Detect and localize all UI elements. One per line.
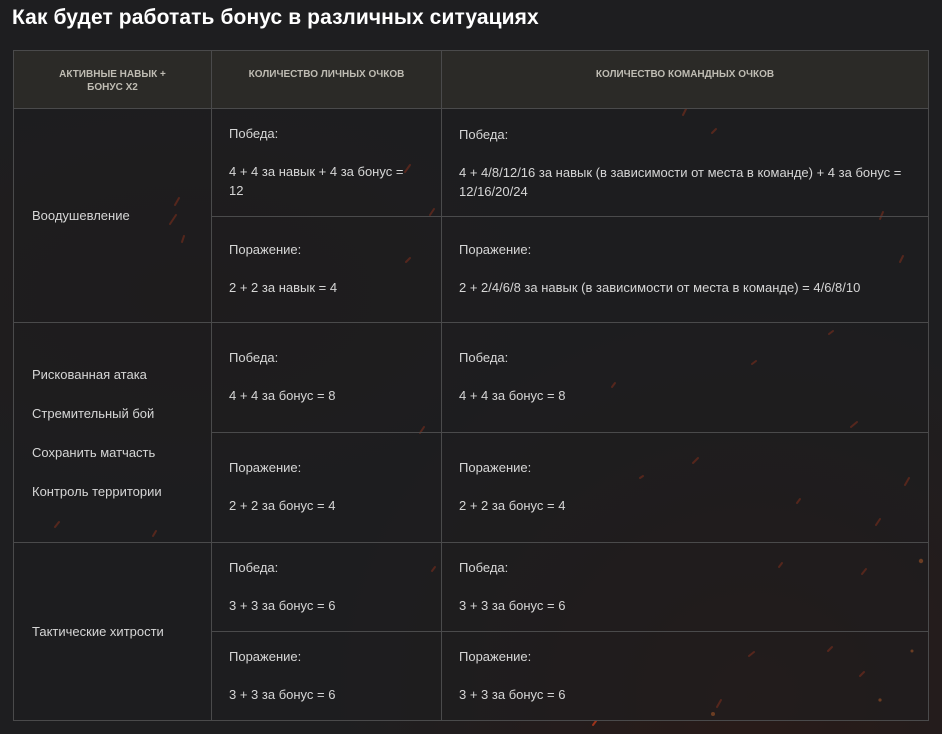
result-label: Поражение: [459, 460, 532, 475]
skill-cell: Тактические хитрости [13, 542, 212, 721]
skill-list: Рискованная атака Стремительный бой Сохр… [32, 355, 211, 511]
personal-win-cell: Победа: 4 + 4 за навык + 4 за бонус = 12 [211, 108, 442, 217]
table-row: Тактические хитрости Победа: 3 + 3 за бо… [13, 542, 929, 721]
result-value: 3 + 3 за бонус = 6 [229, 686, 336, 702]
result-label: Поражение: [229, 242, 302, 257]
result-value: 3 + 3 за бонус = 6 [459, 686, 566, 702]
table-header-row: АКТИВНЫЕ НАВЫК + БОНУС Х2 КОЛИЧЕСТВО ЛИЧ… [13, 50, 929, 109]
skill-list: Воодушевление [32, 196, 211, 235]
personal-win-cell: Победа: 4 + 4 за бонус = 8 [211, 322, 442, 433]
personal-win-cell: Победа: 3 + 3 за бонус = 6 [211, 542, 442, 632]
team-loss-cell: Поражение: 2 + 2 за бонус = 4 [441, 432, 929, 543]
column-header-team: КОЛИЧЕСТВО КОМАНДНЫХ ОЧКОВ [441, 50, 929, 109]
result-label: Поражение: [459, 648, 532, 664]
team-win-cell: Победа: 4 + 4 за бонус = 8 [441, 322, 929, 433]
result-value: 2 + 2 за бонус = 4 [459, 498, 566, 513]
skill-cell: Воодушевление [13, 108, 212, 323]
column-header-skill: АКТИВНЫЕ НАВЫК + БОНУС Х2 [13, 50, 212, 109]
skill-name: Сохранить матчасть [32, 444, 156, 460]
result-label: Поражение: [459, 242, 532, 257]
personal-loss-cell: Поражение: 3 + 3 за бонус = 6 [211, 631, 442, 721]
bonus-table: АКТИВНЫЕ НАВЫК + БОНУС Х2 КОЛИЧЕСТВО ЛИЧ… [13, 50, 929, 721]
result-value: 4 + 4 за навык + 4 за бонус = 12 [229, 163, 404, 198]
result-label: Победа: [459, 350, 509, 365]
team-win-cell: Победа: 4 + 4/8/12/16 за навык (в зависи… [441, 108, 929, 217]
result-label: Победа: [459, 559, 509, 575]
result-value: 3 + 3 за бонус = 6 [229, 597, 336, 613]
team-loss-cell: Поражение: 2 + 2/4/6/8 за навык (в завис… [441, 216, 929, 323]
page: Как будет работать бонус в различных сит… [0, 0, 942, 734]
team-win-cell: Победа: 3 + 3 за бонус = 6 [441, 542, 929, 632]
column-header-personal: КОЛИЧЕСТВО ЛИЧНЫХ ОЧКОВ [211, 50, 442, 109]
result-value: 4 + 4/8/12/16 за навык (в зависимости от… [459, 165, 902, 199]
result-value: 4 + 4 за бонус = 8 [229, 388, 336, 403]
table-row: Рискованная атака Стремительный бой Сохр… [13, 322, 929, 543]
result-value: 2 + 2/4/6/8 за навык (в зависимости от м… [459, 280, 861, 295]
skill-name: Воодушевление [32, 208, 130, 223]
skill-list: Тактические хитрости [32, 612, 211, 651]
skill-name: Стремительный бой [32, 405, 155, 421]
skill-name: Контроль территории [32, 483, 162, 499]
result-label: Победа: [229, 125, 279, 141]
skill-name: Рискованная атака [32, 366, 147, 382]
result-value: 4 + 4 за бонус = 8 [459, 388, 566, 403]
skill-cell: Рискованная атака Стремительный бой Сохр… [13, 322, 212, 543]
result-label: Поражение: [229, 648, 302, 664]
team-loss-cell: Поражение: 3 + 3 за бонус = 6 [441, 631, 929, 721]
personal-loss-cell: Поражение: 2 + 2 за бонус = 4 [211, 432, 442, 543]
result-value: 2 + 2 за навык = 4 [229, 280, 338, 295]
result-label: Победа: [229, 350, 279, 365]
page-title: Как будет работать бонус в различных сит… [12, 6, 539, 29]
result-value: 2 + 2 за бонус = 4 [229, 498, 336, 513]
result-label: Поражение: [229, 460, 302, 475]
result-value: 3 + 3 за бонус = 6 [459, 597, 566, 613]
skill-name: Тактические хитрости [32, 624, 164, 639]
result-label: Победа: [229, 559, 279, 575]
result-label: Победа: [459, 127, 509, 142]
personal-loss-cell: Поражение: 2 + 2 за навык = 4 [211, 216, 442, 323]
table-row: Воодушевление Победа: 4 + 4 за навык + 4… [13, 108, 929, 323]
